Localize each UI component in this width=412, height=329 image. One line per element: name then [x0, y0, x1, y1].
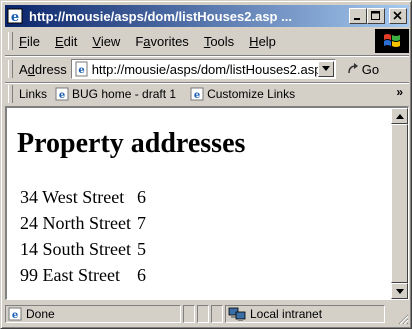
status-bar: e Done Local intranet: [5, 303, 409, 325]
links-bar: Links e BUG home - draft 1 e Customize L…: [5, 82, 409, 105]
count-cell: 6: [137, 186, 146, 207]
status-panel-main: e Done: [5, 305, 181, 323]
scroll-down-button[interactable]: [391, 283, 408, 299]
go-arrow-icon: [346, 62, 360, 76]
menu-edit[interactable]: Edit: [55, 34, 77, 49]
address-dropdown-button[interactable]: [317, 61, 334, 77]
links-label: Links: [19, 87, 48, 101]
document: Property addresses 34 West Street 6 24 N…: [7, 108, 389, 299]
menu-view[interactable]: View: [92, 34, 120, 49]
address-cell: 14 South Street: [20, 238, 131, 259]
scroll-thumb[interactable]: [391, 124, 408, 283]
address-input[interactable]: e http://mousie/asps/dom/listHouses2.asp: [70, 59, 336, 79]
table-row: 99 East Street 6: [17, 262, 149, 288]
page-content: Property addresses 34 West Street 6 24 N…: [5, 106, 409, 300]
menu-tools[interactable]: Tools: [204, 34, 234, 49]
link-label: BUG home - draft 1: [72, 87, 177, 101]
address-cell: 34 West Street: [20, 186, 125, 207]
table-row: 14 South Street 5: [17, 236, 149, 262]
menu-bar: File Edit View Favorites Tools Help: [5, 29, 409, 53]
zone-text: Local intranet: [250, 307, 323, 321]
title-bar[interactable]: e http://mousie/asps/dom/listHouses2.asp…: [5, 5, 409, 27]
table-row: 34 West Street 6: [17, 184, 149, 210]
table-row: 24 North Street 7: [17, 210, 149, 236]
vertical-scrollbar[interactable]: [391, 108, 408, 299]
status-text: Done: [26, 307, 55, 321]
status-panel: [197, 305, 209, 323]
count-cell: 7: [137, 212, 146, 233]
svg-text:e: e: [59, 90, 65, 101]
address-bar: Address e http://mousie/asps/dom/listHou…: [5, 55, 409, 82]
menu-favorites[interactable]: Favorites: [135, 34, 188, 49]
svg-text:e: e: [11, 10, 19, 24]
link-bug-home[interactable]: e BUG home - draft 1: [55, 87, 176, 101]
link-label: Customize Links: [207, 87, 296, 101]
links-grip[interactable]: [8, 85, 13, 103]
status-panel: [211, 305, 223, 323]
go-label: Go: [361, 61, 380, 77]
svg-text:e: e: [194, 90, 200, 101]
maximize-button[interactable]: [367, 8, 385, 24]
menu-file[interactable]: File: [19, 34, 40, 49]
link-customize-links[interactable]: e Customize Links: [190, 87, 295, 101]
ie-page-icon: e: [55, 87, 69, 101]
address-cell: 24 North Street: [20, 212, 131, 233]
toolbar-grip[interactable]: [8, 32, 13, 50]
count-cell: 5: [137, 238, 146, 259]
status-zone-panel: Local intranet: [225, 305, 385, 323]
scroll-up-button[interactable]: [391, 108, 408, 124]
window-title: http://mousie/asps/dom/listHouses2.asp .…: [29, 8, 292, 24]
intranet-zone-icon: [228, 306, 246, 322]
svg-text:e: e: [12, 310, 18, 321]
status-panel: [183, 305, 195, 323]
page-done-icon: e: [8, 307, 22, 321]
address-cell: 99 East Street: [20, 264, 120, 285]
ie-logo-icon: e: [7, 8, 23, 24]
address-value: http://mousie/asps/dom/listHouses2.asp: [91, 61, 322, 77]
resize-grip[interactable]: [397, 313, 409, 325]
address-grip[interactable]: [8, 60, 13, 78]
svg-text:e: e: [78, 65, 84, 76]
ie-page-icon: e: [190, 87, 204, 101]
menu-help[interactable]: Help: [249, 34, 276, 49]
minimize-button[interactable]: [349, 8, 367, 24]
go-button[interactable]: Go: [346, 62, 379, 77]
windows-logo-icon: [375, 29, 409, 53]
browser-window: e http://mousie/asps/dom/listHouses2.asp…: [0, 0, 412, 329]
address-table: 34 West Street 6 24 North Street 7 14 So…: [17, 184, 149, 288]
page-heading: Property addresses: [17, 128, 246, 159]
close-button[interactable]: [389, 8, 407, 24]
more-links-chevron[interactable]: »: [396, 85, 403, 99]
count-cell: 6: [137, 264, 146, 285]
page-icon: e: [74, 61, 90, 77]
address-label: Address: [19, 61, 67, 77]
